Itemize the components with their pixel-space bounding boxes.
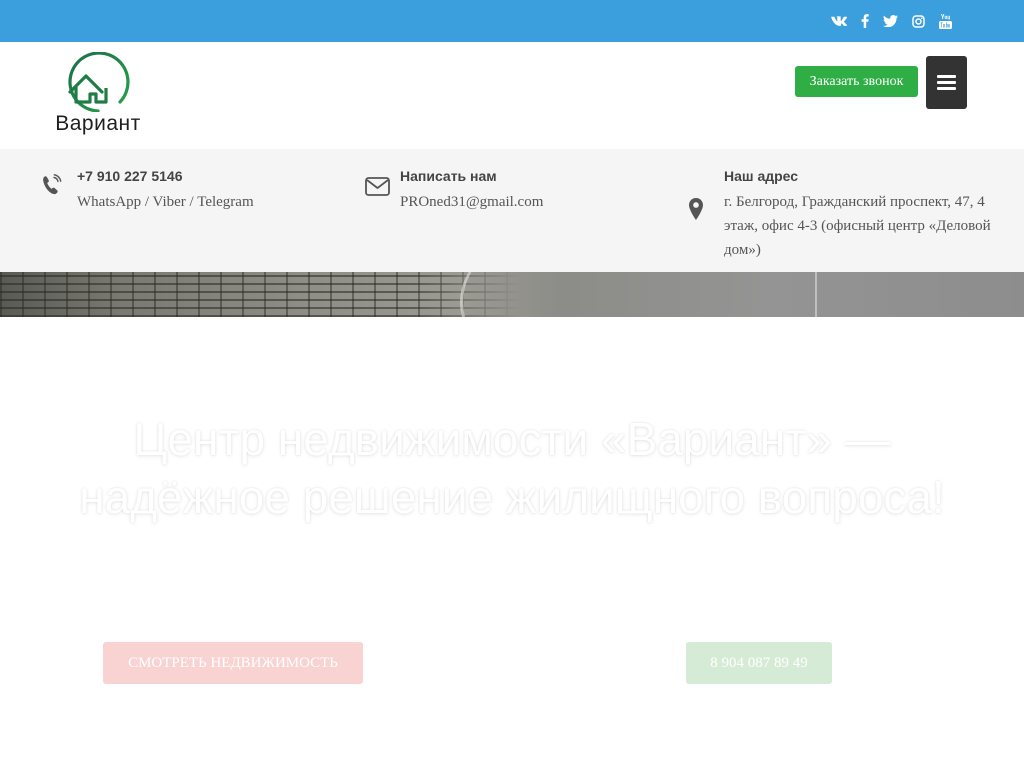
logo-text: Вариант xyxy=(55,112,141,135)
menu-button[interactable] xyxy=(926,56,967,109)
hero-title: Центр недвижимости «Вариант» — надёжное … xyxy=(40,410,984,526)
map-marker-icon xyxy=(689,198,703,225)
hero-title-line-2: надёжное решение жилищного вопроса! xyxy=(79,471,945,523)
instagram-icon[interactable] xyxy=(911,12,925,30)
email-title: Написать нам xyxy=(400,168,497,184)
hero-background-image xyxy=(0,272,1024,317)
youtube-icon[interactable] xyxy=(937,12,953,30)
callback-button[interactable]: Заказать звонок xyxy=(795,66,918,97)
facebook-icon[interactable] xyxy=(859,12,871,30)
email-link[interactable]: PROned31@gmail.com xyxy=(400,190,543,214)
messengers-text: WhatsApp / Viber / Telegram xyxy=(77,194,254,210)
address-line-1: г. Белгород, Гражданский проспект, 47, 4 xyxy=(724,194,985,210)
twitter-icon[interactable] xyxy=(882,12,898,30)
site-logo[interactable]: Вариант xyxy=(40,52,156,138)
address-line-3: дом») xyxy=(724,242,761,258)
address-line-2: этаж, офис 4-3 (офисный центр «Деловой xyxy=(724,218,991,234)
house-logo-icon xyxy=(68,52,130,112)
hero-title-line-1: Центр недвижимости «Вариант» — xyxy=(133,413,891,465)
address-title: Наш адрес xyxy=(724,168,799,184)
view-property-button[interactable]: Смотреть недвижимость xyxy=(103,642,363,684)
top-social-bar xyxy=(0,0,1024,42)
hamburger-icon xyxy=(937,75,956,78)
contacts-bar: +7 910 227 5146 WhatsApp / Viber / Teleg… xyxy=(0,149,1024,272)
phone-number[interactable]: +7 910 227 5146 xyxy=(77,168,183,184)
envelope-icon xyxy=(365,177,390,201)
phone-icon xyxy=(41,174,63,203)
vk-icon[interactable] xyxy=(830,12,847,30)
phone-button[interactable]: 8 904 087 89 49 xyxy=(686,642,832,684)
site-header: Вариант Заказать звонок xyxy=(0,42,1024,149)
